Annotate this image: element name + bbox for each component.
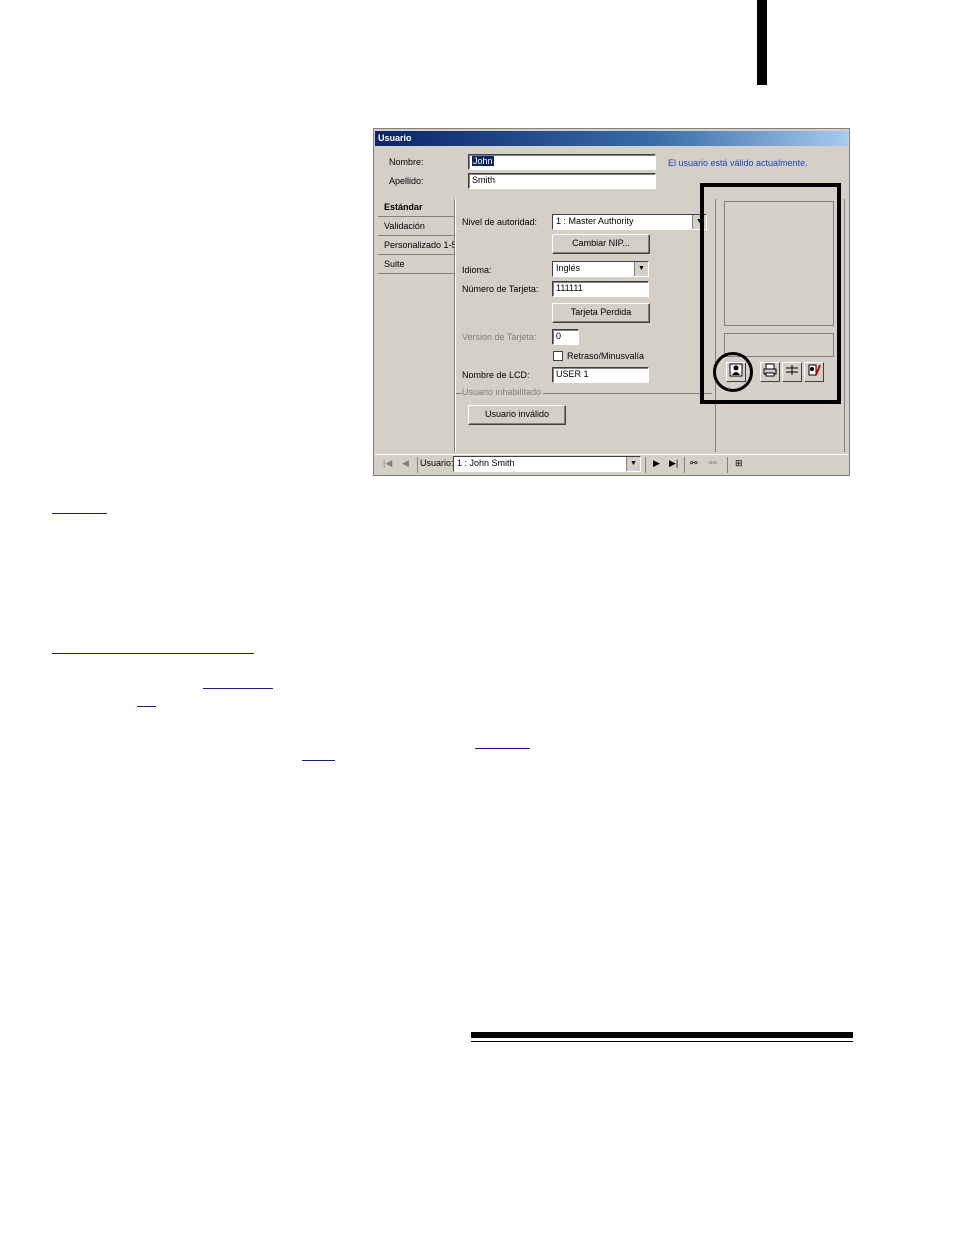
record-navigation-bar: |◀ ◀ Usuario: 1 : John Smith ▼ ▶ ▶| ⚯ ⚯ … (375, 454, 848, 475)
nav-divider (727, 457, 728, 473)
name-field[interactable]: John (468, 154, 656, 170)
name-value: John (472, 156, 494, 166)
user-nav-value: 1 : John Smith (457, 458, 515, 468)
panel-right-edge (844, 199, 845, 452)
highlight-circle (713, 352, 753, 392)
nav-divider (417, 457, 418, 473)
surname-label: Apellido: (389, 176, 424, 186)
nav-divider (645, 457, 646, 473)
link-underline[interactable] (52, 513, 107, 514)
invalid-user-button[interactable]: Usuario inválido (468, 405, 566, 425)
tab-list: Estándar Validación Personalizado 1-5 Su… (378, 198, 455, 274)
user-nav-label: Usuario: (420, 458, 454, 468)
next-record-icon[interactable]: ▶ (653, 458, 660, 469)
name-label: Nombre: (389, 157, 424, 167)
language-label: Idioma: (462, 265, 492, 275)
card-number-label: Número de Tarjeta: (462, 284, 539, 294)
nav-divider (684, 457, 685, 473)
surname-field[interactable]: Smith (468, 173, 656, 189)
card-version-field[interactable]: 0 (552, 329, 579, 345)
lost-card-button[interactable]: Tarjeta Perdida (552, 303, 650, 323)
footer-rule-thin (471, 1041, 853, 1042)
tab-suite[interactable]: Suite (378, 255, 455, 274)
authority-value: 1 : Master Authority (556, 216, 634, 226)
tab-separator-highlight (455, 199, 456, 452)
user-nav-select[interactable]: 1 : John Smith ▼ (453, 456, 641, 472)
delay-checkbox[interactable] (553, 351, 563, 361)
link-underline[interactable] (137, 706, 156, 707)
tab-standard[interactable]: Estándar (378, 198, 455, 217)
prev-record-icon[interactable]: ◀ (402, 458, 409, 469)
link-underline[interactable] (475, 748, 530, 749)
card-version-label: Version de Tarjeta: (462, 332, 537, 342)
find-next-icon[interactable]: ⚯ (709, 458, 717, 469)
tab-custom[interactable]: Personalizado 1-5 (378, 236, 455, 255)
chevron-down-icon[interactable]: ▼ (634, 262, 648, 276)
disabled-group-label: Usuario inhabilitado (462, 387, 544, 397)
language-select[interactable]: Inglés ▼ (552, 261, 649, 277)
user-status-text: El usuario está válido actualmente. (668, 158, 808, 168)
change-pin-button[interactable]: Cambiar NIP... (552, 234, 650, 254)
new-record-icon[interactable]: ⊞ (735, 458, 743, 469)
last-record-icon[interactable]: ▶| (669, 458, 678, 469)
link-underline[interactable] (302, 760, 335, 761)
tab-validation[interactable]: Validación (378, 217, 455, 236)
card-number-field[interactable]: 111111 (552, 281, 649, 297)
authority-select[interactable]: 1 : Master Authority ▼ (552, 214, 707, 230)
link-underline[interactable] (203, 688, 273, 689)
chevron-down-icon[interactable]: ▼ (626, 457, 640, 471)
top-black-bar (757, 0, 767, 85)
footer-rule-thick (471, 1032, 853, 1038)
lcd-name-field[interactable]: USER 1 (552, 367, 649, 383)
delay-checkbox-label: Retraso/Minusvalía (567, 351, 645, 361)
find-icon[interactable]: ⚯ (690, 458, 698, 469)
window-title: Usuario (375, 131, 848, 146)
link-underline[interactable] (52, 653, 254, 654)
language-value: Inglés (556, 263, 581, 273)
lcd-name-label: Nombre de LCD: (462, 370, 530, 380)
first-record-icon[interactable]: |◀ (383, 458, 392, 469)
authority-label: Nivel de autoridad: (462, 217, 538, 227)
